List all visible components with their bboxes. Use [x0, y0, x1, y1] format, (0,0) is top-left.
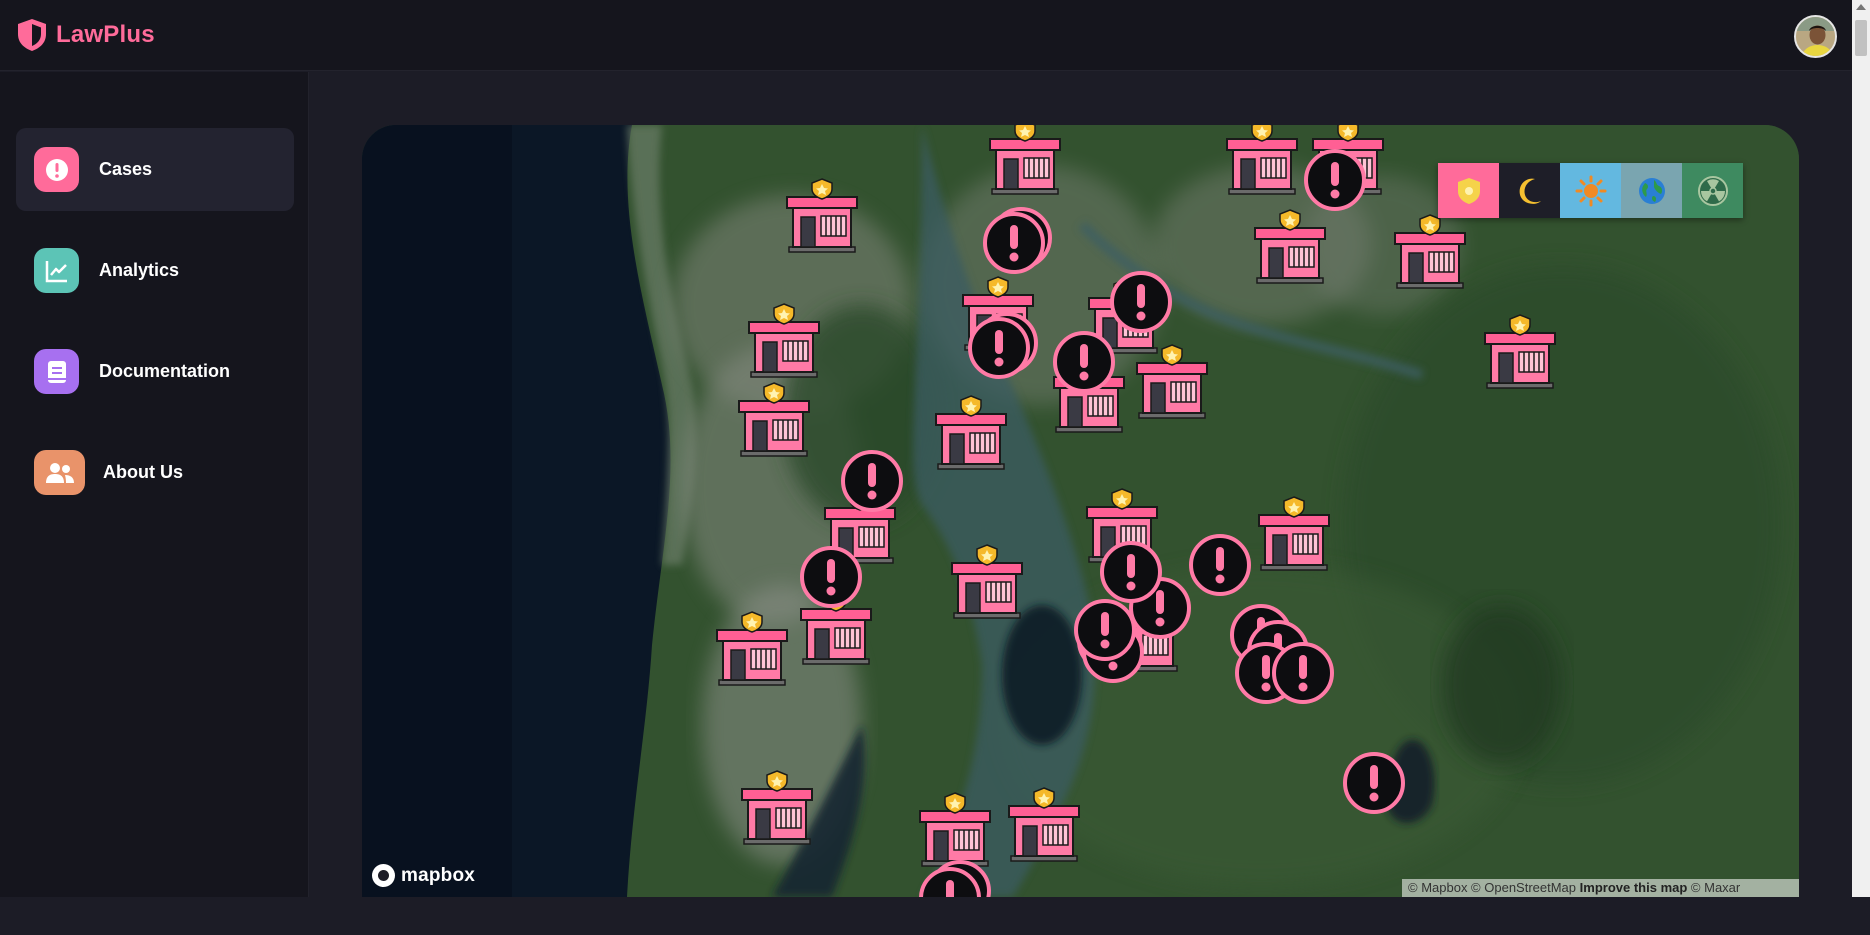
page-scrollbar[interactable]: [1852, 0, 1870, 897]
police-station-marker[interactable]: [739, 769, 815, 850]
police-station-marker[interactable]: [714, 610, 790, 691]
case-alert-marker[interactable]: [1109, 270, 1173, 339]
case-alert-marker[interactable]: [799, 545, 863, 614]
case-alert-marker[interactable]: [840, 449, 904, 518]
police-station-marker[interactable]: [1134, 343, 1210, 424]
police-station-marker[interactable]: [1392, 213, 1468, 294]
map-attribution: © Mapbox © OpenStreetMap Improve this ma…: [1402, 879, 1799, 897]
case-alert-marker[interactable]: [967, 316, 1031, 385]
chart-line-icon: [34, 248, 79, 293]
sidebar-item-label: Documentation: [99, 361, 231, 381]
case-alert-marker[interactable]: [1052, 330, 1116, 399]
police-station-marker[interactable]: [784, 177, 860, 258]
attribution-maxar: © Maxar: [1690, 880, 1741, 895]
attribution-text: © Mapbox © OpenStreetMap: [1408, 880, 1577, 895]
police-station-marker[interactable]: [1006, 786, 1082, 867]
scroll-up-icon[interactable]: [1856, 4, 1866, 10]
case-alert-marker[interactable]: [1073, 598, 1137, 667]
sidebar-item-label: Analytics: [99, 260, 180, 280]
police-station-marker[interactable]: [1256, 495, 1332, 576]
police-station-marker[interactable]: [949, 543, 1025, 624]
map-style-switcher: [1438, 163, 1743, 218]
users-icon: [34, 450, 85, 495]
alert-circle-icon: [34, 147, 79, 192]
sun-icon: [1575, 175, 1606, 206]
scroll-thumb[interactable]: [1855, 20, 1867, 56]
police-station-marker[interactable]: [933, 394, 1009, 475]
globe-icon: [1638, 177, 1665, 204]
radiation-icon: [1697, 175, 1728, 206]
user-avatar[interactable]: [1794, 15, 1837, 58]
top-bar: LawPlus: [0, 0, 1852, 71]
sidebar-item-label: Cases: [99, 159, 153, 179]
police-badge-icon: [1457, 177, 1480, 204]
shield-icon: [18, 19, 46, 51]
brand[interactable]: LawPlus: [16, 18, 155, 52]
style-button-day[interactable]: [1560, 163, 1621, 218]
moon-icon: [1519, 178, 1541, 204]
case-alert-marker[interactable]: [1271, 641, 1335, 710]
case-alert-marker[interactable]: [1342, 751, 1406, 820]
style-button-night[interactable]: [1499, 163, 1560, 218]
document-icon: [34, 349, 79, 394]
improve-map-link[interactable]: Improve this map: [1580, 880, 1688, 895]
police-station-marker[interactable]: [1252, 208, 1328, 289]
sidebar-item-about-us[interactable]: About Us: [16, 431, 294, 514]
police-station-marker[interactable]: [736, 381, 812, 462]
police-station-marker[interactable]: [1482, 313, 1558, 394]
police-station-marker[interactable]: [987, 125, 1063, 200]
mapbox-logo[interactable]: mapbox: [372, 864, 475, 887]
style-button-hazard[interactable]: [1682, 163, 1743, 218]
case-alert-marker[interactable]: [918, 866, 982, 897]
style-button-globe[interactable]: [1621, 163, 1682, 218]
sidebar: Cases Analytics Documentation About Us: [0, 72, 309, 897]
sidebar-item-label: About Us: [103, 462, 183, 482]
case-alert-marker[interactable]: [982, 211, 1046, 280]
case-alert-marker[interactable]: [1188, 533, 1252, 602]
police-station-marker[interactable]: [1224, 125, 1300, 200]
style-button-police[interactable]: [1438, 163, 1499, 218]
mapbox-logo-text: mapbox: [401, 864, 476, 886]
sidebar-item-cases[interactable]: Cases: [16, 128, 294, 211]
case-alert-marker[interactable]: [1303, 148, 1367, 217]
brand-name: LawPlus: [56, 21, 155, 48]
police-station-marker[interactable]: [746, 302, 822, 383]
sidebar-item-documentation[interactable]: Documentation: [16, 330, 294, 413]
sidebar-item-analytics[interactable]: Analytics: [16, 229, 294, 312]
mapbox-logo-icon: [372, 864, 395, 887]
